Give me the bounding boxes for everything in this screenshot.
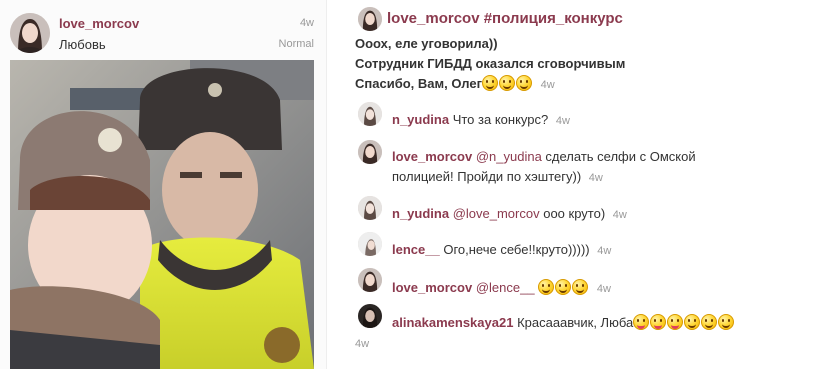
comment-text: Красааавчик, Люба — [517, 315, 634, 330]
post-header: love_morcov Любовь 4w Normal — [0, 0, 326, 60]
smiling-face-emoji-icon — [538, 279, 555, 295]
comment-text: Ого,нече себе!!круто))))) — [443, 242, 590, 257]
comment-timestamp: 4w — [355, 338, 370, 350]
comment-body: love_morcov @lence__ 4w — [392, 278, 611, 299]
comment-username[interactable]: lence__ — [392, 242, 440, 257]
user-avatar-icon — [358, 304, 382, 328]
post-card: love_morcov Любовь 4w Normal — [0, 0, 327, 369]
selfie-image — [10, 60, 314, 369]
user-avatar-icon — [358, 7, 382, 31]
smiling-face-emoji-icon — [718, 314, 735, 330]
smiling-face-emoji-icon — [516, 75, 533, 91]
mention-link[interactable]: @lence__ — [476, 280, 535, 295]
main-comment-line3-row: Спасибо, Вам, Олег 4w — [355, 74, 625, 95]
winking-face-with-tongue-emoji-icon — [667, 314, 684, 330]
comment-username[interactable]: n_yudina — [392, 206, 449, 221]
main-comment-line3: Спасибо, Вам, Олег — [355, 76, 483, 91]
comment-body: lence__ Ого,нече себе!!круто))))) 4w — [392, 240, 611, 261]
post-timestamp: 4w — [299, 17, 314, 29]
avatar[interactable] — [358, 140, 382, 164]
user-avatar-icon — [10, 13, 50, 53]
photo-filter-label: Normal — [278, 38, 314, 50]
main-comment-title: love_morcov #полиция_конкурс — [387, 10, 623, 27]
comment-username[interactable]: n_yudina — [392, 112, 449, 127]
winking-face-with-tongue-emoji-icon — [650, 314, 667, 330]
avatar[interactable] — [10, 13, 50, 53]
main-comment-line2: Сотрудник ГИБДД оказался сговорчивым — [355, 56, 626, 71]
comment-text-continued: полицией! Пройди по хэштегу)) — [392, 169, 582, 184]
avatar[interactable] — [358, 304, 382, 328]
comment-line2: полицией! Пройди по хэштегу)) 4w — [392, 167, 696, 188]
comment-timestamp: 4w — [540, 79, 555, 91]
user-avatar-icon — [358, 196, 382, 220]
post-photo[interactable] — [10, 60, 314, 369]
comment-body: love_morcov @n_yudina сделать селфи с Ом… — [392, 147, 696, 188]
comment-timestamp: 4w — [588, 172, 603, 184]
main-comment-body: Ооох, еле уговорила)) Сотрудник ГИБДД ок… — [355, 34, 625, 95]
comment-timestamp: 4w — [596, 283, 611, 295]
hashtag-link[interactable]: #полиция_конкурс — [484, 10, 623, 27]
avatar[interactable] — [358, 102, 382, 126]
post-caption: Любовь — [59, 37, 106, 52]
comment-text: Что за конкурс? — [452, 112, 549, 127]
comment-text: сделать селфи с Омской — [541, 149, 696, 164]
avatar[interactable] — [358, 196, 382, 220]
winking-face-with-tongue-emoji-icon — [633, 314, 650, 330]
smiling-face-emoji-icon — [482, 75, 499, 91]
comment-timestamp: 4w — [597, 245, 612, 257]
comment-body: n_yudina @love_morcov ооо круто) 4w — [392, 204, 627, 225]
avatar[interactable] — [358, 232, 382, 256]
user-avatar-icon — [358, 268, 382, 292]
comment-timestamp: 4w — [555, 115, 570, 127]
mention-link[interactable]: @n_yudina — [476, 149, 542, 164]
comment-text: ооо круто) — [539, 206, 606, 221]
comment-username[interactable]: love_morcov — [392, 149, 472, 164]
comment-username[interactable]: love_morcov — [387, 10, 480, 27]
comment-body: n_yudina Что за конкурс? 4w — [392, 110, 570, 131]
comment-line1: love_morcov @n_yudina сделать селфи с Ом… — [392, 147, 696, 167]
avatar[interactable] — [358, 268, 382, 292]
comment-username[interactable]: love_morcov — [392, 280, 472, 295]
smiling-face-emoji-icon — [499, 75, 516, 91]
user-avatar-icon — [358, 140, 382, 164]
smiling-face-emoji-icon — [701, 314, 718, 330]
comment-username[interactable]: alinakamenskaya21 — [392, 315, 513, 330]
avatar[interactable] — [358, 7, 382, 31]
user-avatar-icon — [358, 232, 382, 256]
user-avatar-icon — [358, 102, 382, 126]
comments-panel: love_morcov #полиция_конкурс Ооох, еле у… — [355, 0, 821, 369]
smiling-face-emoji-icon — [572, 279, 589, 295]
post-username[interactable]: love_morcov — [59, 16, 139, 31]
comment-timestamp: 4w — [612, 209, 627, 221]
mention-link[interactable]: @love_morcov — [453, 206, 540, 221]
main-comment-line1: Ооох, еле уговорила)) — [355, 36, 498, 51]
comment-body: alinakamenskaya21 Красааавчик, Люба — [392, 313, 735, 333]
smiling-face-emoji-icon — [555, 279, 572, 295]
smiling-face-emoji-icon — [684, 314, 701, 330]
